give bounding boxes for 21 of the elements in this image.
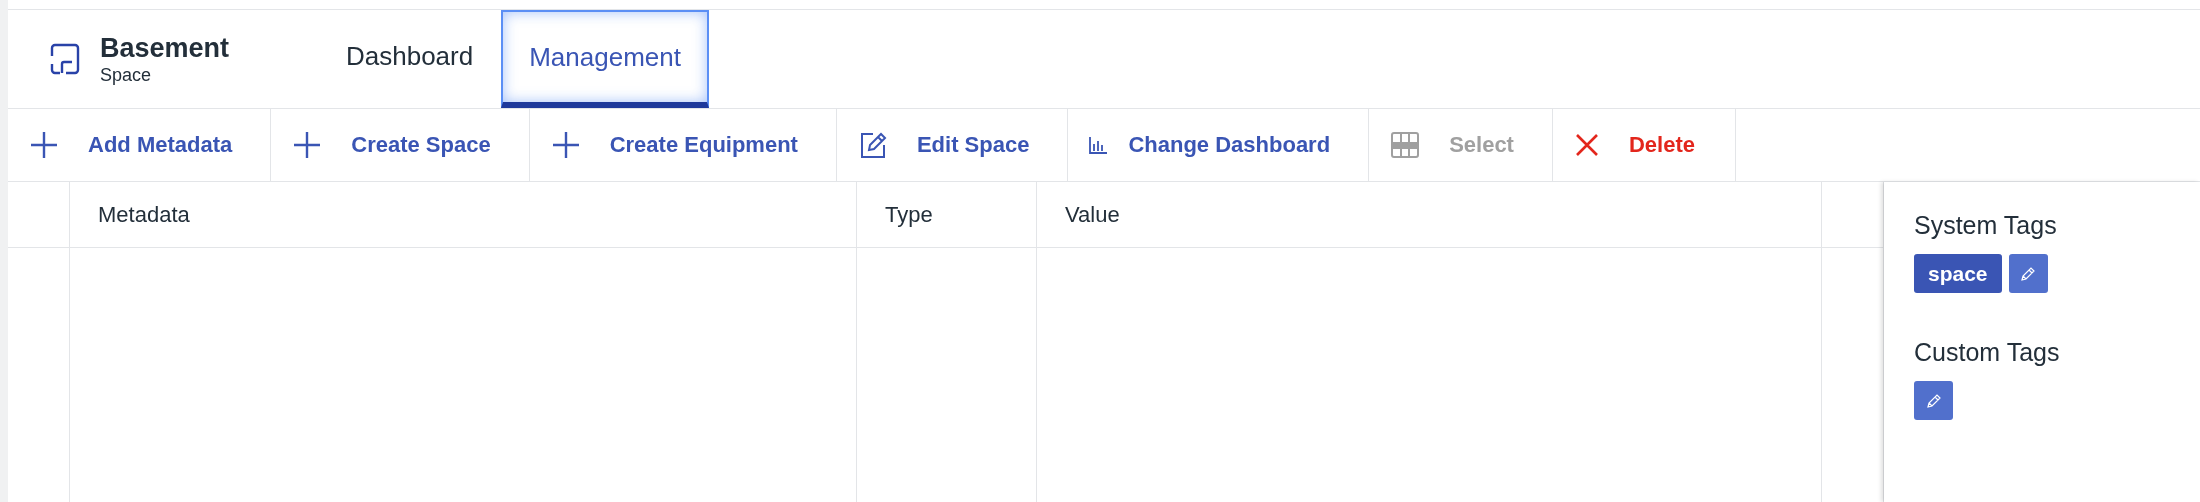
column-header[interactable]: Metadata — [70, 182, 857, 247]
bar-chart-icon — [1088, 135, 1109, 155]
space-icon — [48, 42, 82, 76]
plus-icon — [30, 131, 58, 159]
grid-icon — [1391, 131, 1420, 159]
space-title: Basement — [100, 32, 230, 64]
plus-icon — [293, 131, 322, 159]
edit-tags-button[interactable] — [1914, 381, 1953, 420]
plus-icon — [551, 131, 580, 159]
edit-tags-button[interactable] — [2008, 254, 2048, 293]
tab[interactable]: Management — [501, 10, 709, 108]
column-header[interactable]: Type — [857, 182, 1037, 247]
edit-icon — [858, 131, 887, 159]
pencil-icon — [2020, 265, 2037, 282]
close-icon — [1574, 133, 1599, 157]
column-header[interactable]: Value — [1037, 182, 1822, 247]
pencil-icon — [1925, 392, 1942, 409]
tag: space — [1914, 254, 2002, 293]
section-title: Custom Tags — [1914, 337, 2061, 367]
space-type-label: Space — [100, 64, 153, 86]
section-title: System Tags — [1914, 210, 2058, 240]
